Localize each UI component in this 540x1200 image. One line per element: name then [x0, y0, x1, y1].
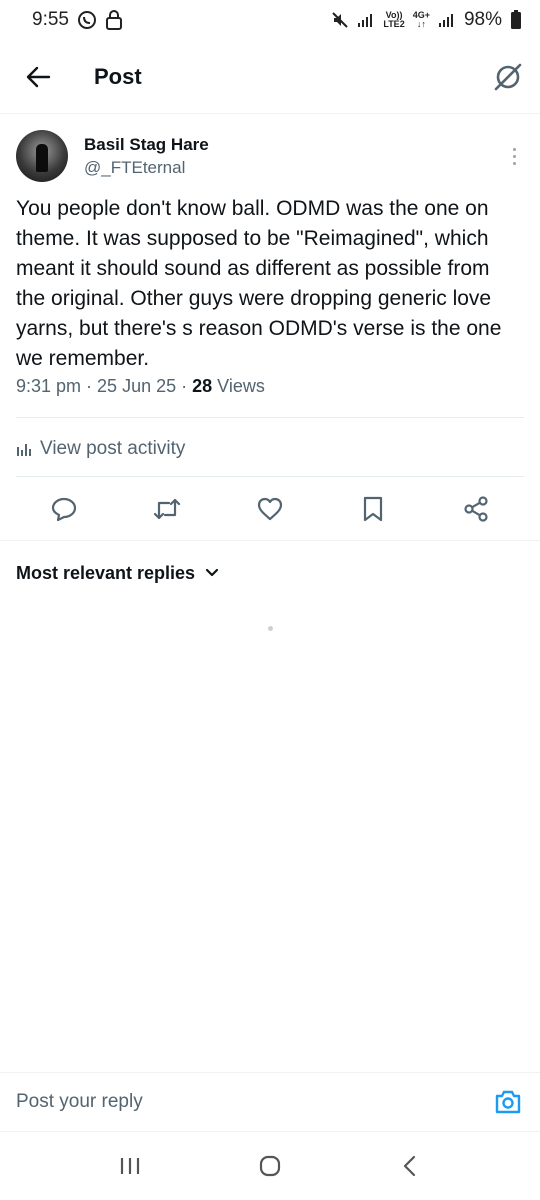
- divider: [0, 540, 540, 541]
- reply-input[interactable]: Post your reply: [16, 1091, 143, 1113]
- home-icon: [259, 1155, 281, 1177]
- chevron-left-icon: [403, 1155, 416, 1177]
- post-time: 9:31 pm: [16, 376, 82, 396]
- loading-indicator: [268, 626, 273, 631]
- divider: [16, 417, 524, 418]
- post-actions: [0, 484, 540, 534]
- username[interactable]: @_FTEternal: [84, 158, 504, 178]
- reply-button[interactable]: [44, 489, 84, 529]
- views-label: Views: [217, 376, 265, 396]
- more-dot-icon: [512, 161, 516, 165]
- home-button[interactable]: [250, 1146, 290, 1186]
- data-arrows-icon: ↓↑: [416, 19, 426, 29]
- like-button[interactable]: [250, 489, 290, 529]
- back-button[interactable]: [22, 61, 54, 93]
- more-dot-icon: [512, 154, 516, 158]
- grok-button[interactable]: [492, 61, 524, 93]
- signal-icon-2: [438, 14, 453, 27]
- view-post-activity-link[interactable]: View post activity: [16, 434, 185, 464]
- repost-icon: [153, 498, 180, 520]
- avatar[interactable]: [16, 130, 68, 182]
- bookmark-icon: [364, 496, 383, 522]
- volte-indicator: Vo)) LTE2: [383, 11, 404, 29]
- reply-composer: Post your reply: [0, 1072, 540, 1132]
- camera-icon[interactable]: [494, 1089, 522, 1115]
- reply-icon: [51, 497, 76, 522]
- bookmark-button[interactable]: [353, 489, 393, 529]
- activity-label: View post activity: [40, 438, 186, 459]
- repost-button[interactable]: [147, 489, 187, 529]
- volte-bottom: LTE2: [383, 19, 405, 29]
- recent-apps-button[interactable]: [110, 1146, 150, 1186]
- display-name[interactable]: Basil Stag Hare: [84, 135, 504, 155]
- heart-icon: [257, 497, 283, 521]
- status-bar: 9:55 Vo)) LTE2 4G+ ↓↑ 98%: [0, 0, 540, 40]
- header: Post: [0, 40, 540, 114]
- avatar-figure: [36, 144, 48, 172]
- post-author: Basil Stag Hare @_FTEternal: [16, 128, 524, 184]
- battery-icon: [511, 10, 521, 29]
- divider: [16, 476, 524, 477]
- battery-percent: 98%: [463, 9, 502, 30]
- signal-icon: [358, 14, 373, 27]
- author-names: Basil Stag Hare @_FTEternal: [84, 135, 504, 178]
- share-icon: [464, 496, 488, 522]
- more-options-button[interactable]: [504, 141, 524, 171]
- network-type: 4G+ ↓↑: [413, 11, 430, 29]
- grok-icon: [494, 63, 522, 90]
- post-meta: 9:31 pm · 25 Jun 25 · 28 Views: [16, 376, 524, 397]
- more-dot-icon: [512, 147, 516, 151]
- post-text: You people don't know ball. ODMD was the…: [16, 197, 502, 370]
- replies-sort-label: Most relevant replies: [16, 562, 196, 583]
- post-date: 25 Jun 25: [97, 376, 177, 396]
- analytics-icon: [17, 444, 31, 456]
- replies-sort-dropdown[interactable]: Most relevant replies: [16, 558, 219, 588]
- arrow-left-icon: [26, 66, 51, 87]
- mute-icon: [332, 12, 349, 28]
- system-nav-bar: [0, 1132, 540, 1200]
- meta-separator: ·: [181, 376, 188, 396]
- recent-apps-icon: [120, 1158, 140, 1174]
- page-title: Post: [94, 63, 142, 89]
- views-count: 28: [192, 376, 213, 396]
- whatsapp-icon: [77, 11, 96, 29]
- chevron-down-icon: [205, 568, 219, 577]
- share-button[interactable]: [456, 489, 496, 529]
- meta-separator: ·: [86, 376, 93, 396]
- status-time: 9:55: [32, 9, 69, 30]
- back-nav-button[interactable]: [390, 1146, 430, 1186]
- lock-icon: [105, 10, 122, 30]
